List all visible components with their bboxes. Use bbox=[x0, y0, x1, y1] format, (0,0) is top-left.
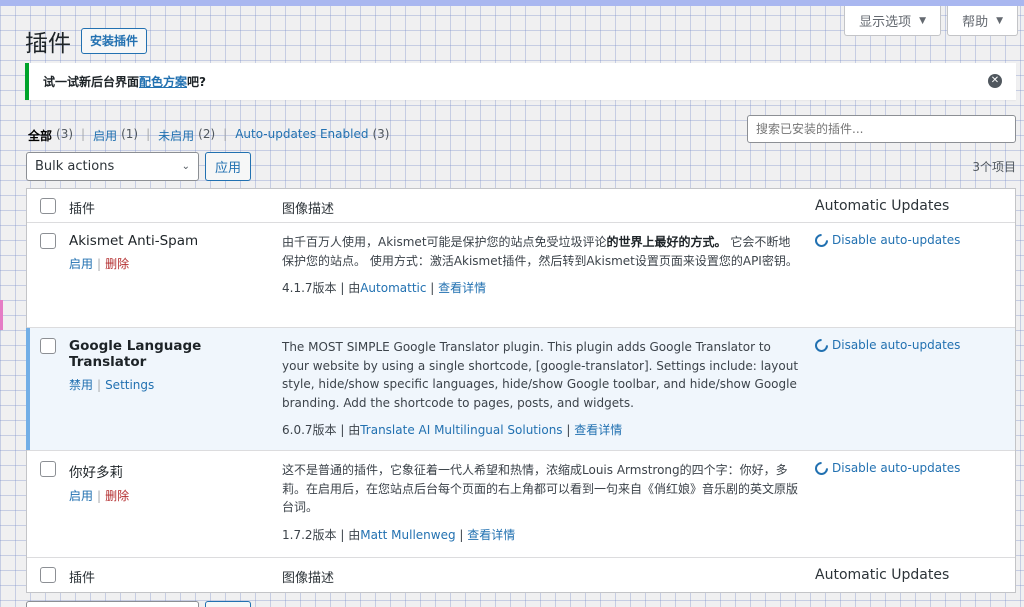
activate-link[interactable]: 启用 bbox=[69, 489, 93, 503]
plugin-status-filters: 全部 (3) | 启用 (1) | 未启用 (2) | Auto-updates… bbox=[28, 127, 389, 144]
apply-button[interactable]: 应用 bbox=[205, 152, 252, 181]
select-all-checkbox[interactable] bbox=[40, 198, 56, 214]
row-actions: 禁用 | Settings bbox=[69, 378, 155, 392]
item-count: 3个项目 bbox=[972, 160, 1016, 174]
bulk-actions-value: Bulk actions bbox=[35, 159, 115, 174]
update-icon bbox=[812, 458, 831, 478]
table-row: Akismet Anti-Spam 启用 | 删除 由千百万人使用，Akismet可… bbox=[27, 223, 1015, 328]
row-checkbox[interactable] bbox=[40, 461, 56, 477]
chevron-down-icon: ⌄ bbox=[181, 161, 190, 172]
author-link[interactable]: Translate AI Multilingual Solutions bbox=[360, 423, 562, 437]
notice-prefix: 试一试新后台界面 bbox=[43, 75, 140, 89]
bulk-actions-select[interactable]: Bulk actions ⌄ bbox=[26, 152, 199, 181]
view-details-link[interactable]: 查看详情 bbox=[467, 528, 515, 542]
disable-auto-updates-link[interactable]: Disable auto-updates bbox=[812, 335, 1015, 355]
filter-separator: | bbox=[146, 127, 151, 141]
table-row: Google Language Translator 禁用 | Settings T… bbox=[26, 328, 1015, 451]
apply-button-bottom[interactable] bbox=[205, 601, 251, 607]
filter-auto-updates[interactable]: Auto-updates Enabled bbox=[235, 127, 368, 144]
filter-inactive[interactable]: 未启用 bbox=[158, 127, 194, 144]
filter-active-count: (1) bbox=[121, 127, 139, 141]
screen-meta-links: 显示选项 ▼ 帮助 ▼ bbox=[844, 6, 1024, 36]
update-icon bbox=[812, 335, 831, 355]
table-footer-row: 插件 图像描述 Automatic Updates bbox=[27, 558, 1015, 592]
column-header-auto-updates: Automatic Updates bbox=[815, 198, 950, 214]
plugins-table: 插件 图像描述 Automatic Updates Akismet Anti-S… bbox=[26, 188, 1016, 593]
page-header: 插件 安装插件 bbox=[25, 24, 148, 58]
update-icon bbox=[812, 230, 831, 250]
notice-suffix: 吧? bbox=[187, 75, 206, 89]
plugin-description: The MOST SIMPLE Google Translator plugin… bbox=[282, 340, 799, 410]
plugin-description: 这不是普通的插件，它象征着一代人希望和热情，浓缩成Louis Armstrong… bbox=[282, 463, 799, 514]
activate-link[interactable]: 启用 bbox=[69, 257, 93, 271]
search-plugins-input[interactable] bbox=[747, 115, 1016, 143]
table-row: 你好多莉 启用 | 删除 这不是普通的插件，它象征着一代人希望和热情，浓缩成Loui… bbox=[27, 451, 1015, 558]
column-footer-description: 图像描述 bbox=[282, 571, 335, 586]
view-details-link[interactable]: 查看详情 bbox=[438, 281, 486, 295]
delete-link[interactable]: 删除 bbox=[105, 257, 129, 271]
row-checkbox[interactable] bbox=[40, 338, 56, 354]
column-header-plugin: 插件 bbox=[69, 202, 96, 217]
view-details-link[interactable]: 查看详情 bbox=[574, 423, 622, 437]
bulk-actions-select-bottom[interactable] bbox=[26, 601, 199, 607]
admin-notice: 试一试新后台界面 配色方案 吧? ✕ bbox=[25, 63, 1016, 100]
help-label: 帮助 bbox=[962, 15, 989, 30]
filter-auto-updates-count: (3) bbox=[372, 127, 390, 141]
caret-down-icon: ▼ bbox=[919, 15, 927, 26]
help-button[interactable]: 帮助 ▼ bbox=[947, 6, 1018, 36]
plugin-meta: 4.1.7版本 | 由Automattic | 查看详情 bbox=[282, 281, 487, 295]
column-footer-plugin: 插件 bbox=[69, 571, 96, 586]
screen-options-button[interactable]: 显示选项 ▼ bbox=[844, 6, 942, 36]
plugin-name: Akismet Anti-Spam bbox=[69, 233, 199, 249]
row-checkbox[interactable] bbox=[40, 233, 56, 249]
column-footer-auto-updates: Automatic Updates bbox=[815, 567, 950, 583]
disable-auto-updates-link[interactable]: Disable auto-updates bbox=[812, 458, 1015, 478]
plugin-description: 由千百万人使用，Akismet可能是保护您的站点免受垃圾评论的世界上最好的方式。… bbox=[282, 235, 798, 268]
row-actions: 启用 | 删除 bbox=[69, 257, 130, 271]
caret-down-icon: ▼ bbox=[996, 15, 1003, 26]
plugin-meta: 1.7.2版本 | 由Matt Mullenweg | 查看详情 bbox=[282, 527, 516, 542]
filter-separator: | bbox=[81, 127, 86, 141]
filter-all[interactable]: 全部 bbox=[28, 127, 52, 144]
author-link[interactable]: Matt Mullenweg bbox=[360, 528, 455, 542]
disable-auto-updates-link[interactable]: Disable auto-updates bbox=[812, 230, 1015, 250]
column-header-description: 图像描述 bbox=[282, 202, 335, 217]
settings-link[interactable]: Settings bbox=[105, 378, 154, 392]
add-plugin-button[interactable]: 安装插件 bbox=[81, 28, 148, 54]
notice-link[interactable]: 配色方案 bbox=[139, 73, 187, 90]
filter-separator: | bbox=[223, 127, 228, 141]
deactivate-link[interactable]: 禁用 bbox=[69, 378, 93, 392]
table-header-row: 插件 图像描述 Automatic Updates bbox=[27, 189, 1015, 223]
page-title: 插件 bbox=[25, 31, 71, 57]
dismiss-icon[interactable]: ✕ bbox=[988, 74, 1002, 88]
author-link[interactable]: Automattic bbox=[360, 281, 426, 295]
edge-marker bbox=[0, 300, 3, 330]
plugin-name: 你好多莉 bbox=[69, 465, 123, 481]
row-actions: 启用 | 删除 bbox=[69, 489, 130, 503]
filter-all-count: (3) bbox=[56, 127, 74, 141]
select-all-checkbox-footer[interactable] bbox=[40, 567, 56, 583]
plugin-name: Google Language Translator bbox=[69, 338, 202, 370]
filter-inactive-count: (2) bbox=[198, 127, 216, 141]
plugin-meta: 6.0.7版本 | 由Translate AI Multilingual Sol… bbox=[282, 423, 623, 437]
screen-options-label: 显示选项 bbox=[859, 15, 912, 30]
delete-link[interactable]: 删除 bbox=[105, 489, 129, 503]
filter-active[interactable]: 启用 bbox=[93, 127, 117, 144]
